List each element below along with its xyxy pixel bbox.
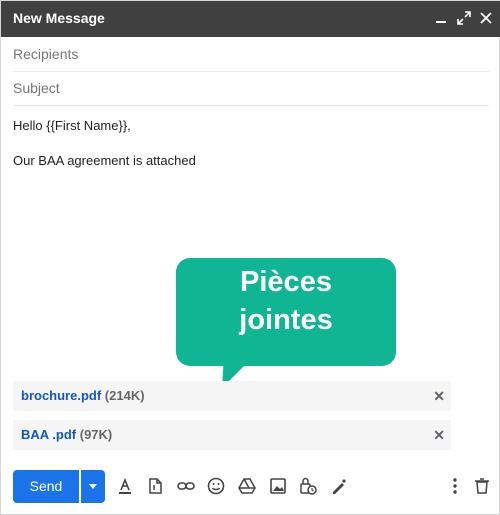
window-title: New Message [13,10,105,26]
send-label: Send [29,478,63,494]
signature-icon[interactable] [329,476,349,496]
body-greeting[interactable]: Hello {{First Name}}, [13,118,131,133]
callout-line-2: jointes [239,304,333,336]
insert-link-icon[interactable] [176,476,196,496]
more-options-icon[interactable] [445,476,465,496]
confidential-mode-icon[interactable] [298,476,318,496]
discard-draft-icon[interactable] [472,476,492,496]
pop-out-icon[interactable] [455,9,473,27]
body-message[interactable]: Our BAA agreement is attached [13,153,196,168]
close-icon[interactable] [477,9,495,27]
attachment-item[interactable]: brochure.pdf (214K) ✕ [13,381,451,411]
callout-line-1: Pièces [240,266,332,298]
insert-photo-icon[interactable] [268,476,288,496]
attachment-size: (214K) [104,388,145,403]
callout-text: Pièces jointes [176,263,396,339]
subject-field[interactable]: Subject [13,71,489,106]
compose-titlebar[interactable]: New Message [1,1,500,37]
google-drive-icon[interactable] [237,476,257,496]
minimize-icon[interactable] [432,9,450,27]
recipients-placeholder: Recipients [13,46,79,62]
text-format-icon[interactable] [115,476,135,496]
attachment-item[interactable]: BAA .pdf (97K) ✕ [13,420,451,450]
remove-attachment-icon[interactable]: ✕ [433,381,445,411]
attachment-link[interactable]: brochure.pdf (214K) [21,381,145,411]
attach-file-icon[interactable] [145,476,165,496]
subject-placeholder: Subject [13,80,60,96]
recipients-field[interactable]: Recipients [13,37,489,72]
emoji-icon[interactable] [206,476,226,496]
send-button[interactable]: Send [13,470,79,503]
remove-attachment-icon[interactable]: ✕ [433,420,445,450]
attachment-name: brochure.pdf [21,388,102,403]
compose-window: New Message Recipients Subject Hello {{F… [0,0,500,515]
send-options-button[interactable] [81,470,105,503]
attachment-link[interactable]: BAA .pdf (97K) [21,420,112,450]
dropdown-arrow-icon [89,484,97,489]
attachment-size: (97K) [79,427,113,442]
attachment-name: BAA .pdf [21,427,77,442]
